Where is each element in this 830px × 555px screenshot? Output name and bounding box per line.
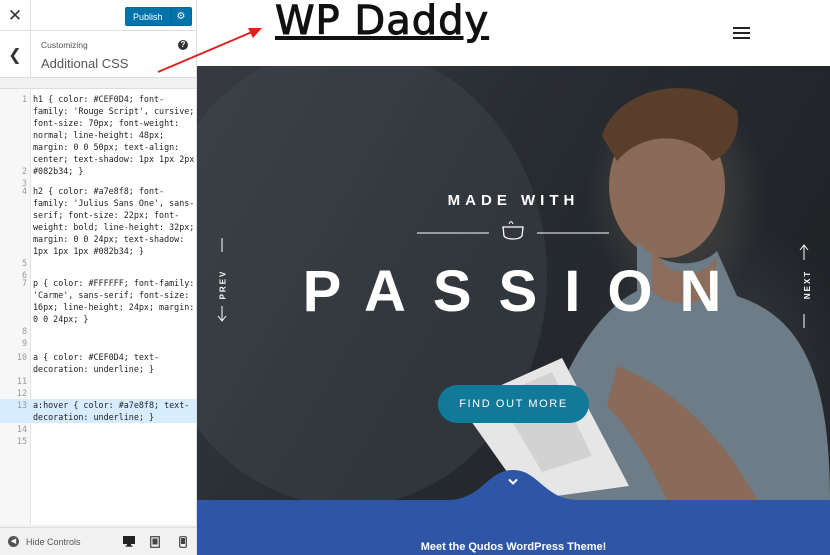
code-text: a:hover { color: #a7e8f8; text-decoratio… xyxy=(33,400,190,422)
site-logo[interactable]: WP Daddy xyxy=(274,0,489,45)
css-code-editor[interactable]: 1 h1 { color: #CEF0D4; font-family: 'Roug… xyxy=(0,88,196,525)
line-number: 2 xyxy=(21,166,27,176)
hero-subtitle: MADE WITH xyxy=(447,192,580,209)
mobile-icon xyxy=(178,535,187,548)
line-number: 5 xyxy=(21,258,27,268)
chevron-down-icon xyxy=(508,478,518,485)
line-number: 8 xyxy=(21,326,27,336)
back-button[interactable]: ❮ xyxy=(0,31,31,78)
customizer-footer: ◀ Hide Controls xyxy=(0,527,196,555)
line-number: 7 xyxy=(21,278,27,288)
slider-next-button[interactable]: NEXT xyxy=(803,270,812,299)
slider-prev-button[interactable]: PREV xyxy=(218,270,227,300)
line-number: 15 xyxy=(16,436,27,446)
code-line[interactable]: 13 a:hover { color: #a7e8f8; text-decorat… xyxy=(0,399,196,423)
collapse-icon: ◀ xyxy=(8,536,19,547)
close-icon: ✕ xyxy=(7,5,23,25)
intro-heading: Meet the Qudos WordPress Theme! xyxy=(420,541,607,553)
line-number: 4 xyxy=(21,186,27,196)
hero-title: PASSION xyxy=(302,259,749,324)
code-text: a { color: #CEF0D4; text-decoration: und… xyxy=(33,352,160,374)
help-icon[interactable]: ? xyxy=(178,40,188,50)
desktop-icon xyxy=(122,536,135,547)
close-customizer-button[interactable]: ✕ xyxy=(0,0,31,31)
hide-controls-button[interactable]: ◀ Hide Controls xyxy=(8,536,81,547)
line-number: 10 xyxy=(16,352,27,362)
hamburger-menu-icon[interactable] xyxy=(733,27,750,39)
scroll-down-button[interactable] xyxy=(498,478,528,492)
customizer-topbar: ✕ Publish ⚙ xyxy=(0,0,196,31)
publish-settings-button[interactable]: ⚙ xyxy=(170,7,192,26)
preview-tablet-button[interactable] xyxy=(148,535,161,548)
customizing-label: Customizing xyxy=(41,40,88,50)
section-header: ❮ Customizing Additional CSS ? xyxy=(0,31,196,78)
site-header: WP Daddy xyxy=(197,0,830,66)
section-title: Additional CSS xyxy=(41,56,129,71)
line-number: 12 xyxy=(16,388,27,398)
line-number: 13 xyxy=(16,400,27,410)
line-number: 11 xyxy=(16,376,27,386)
publish-button[interactable]: Publish xyxy=(125,7,171,26)
site-preview: WP Daddy MADE WITH PASSION PREV NEXT FIN… xyxy=(197,0,830,555)
code-text: h2 { color: #a7e8f8; font-family: 'Juliu… xyxy=(33,186,195,256)
line-number-gutter xyxy=(0,89,31,525)
line-number: 1 xyxy=(21,94,27,104)
tablet-icon xyxy=(149,535,160,548)
hide-controls-label: Hide Controls xyxy=(26,536,81,547)
find-out-more-button[interactable]: FIND OUT MORE xyxy=(438,385,589,423)
hero-slider: MADE WITH PASSION PREV NEXT FIND OUT MOR… xyxy=(197,66,830,500)
preview-desktop-button[interactable] xyxy=(122,535,135,548)
chevron-left-icon: ❮ xyxy=(8,46,22,64)
preview-mobile-button[interactable] xyxy=(176,535,189,548)
gear-icon: ⚙ xyxy=(176,11,186,22)
code-text: h1 { color: #CEF0D4; font-family: 'Rouge… xyxy=(33,94,195,176)
code-text: p { color: #FFFFFF; font-family: 'Carme'… xyxy=(33,278,195,324)
publish-group: Publish ⚙ xyxy=(125,7,192,26)
line-number: 9 xyxy=(21,338,27,348)
customizer-sidebar: ✕ Publish ⚙ ❮ Customizing Additional CSS… xyxy=(0,0,197,555)
line-number: 14 xyxy=(16,424,27,434)
